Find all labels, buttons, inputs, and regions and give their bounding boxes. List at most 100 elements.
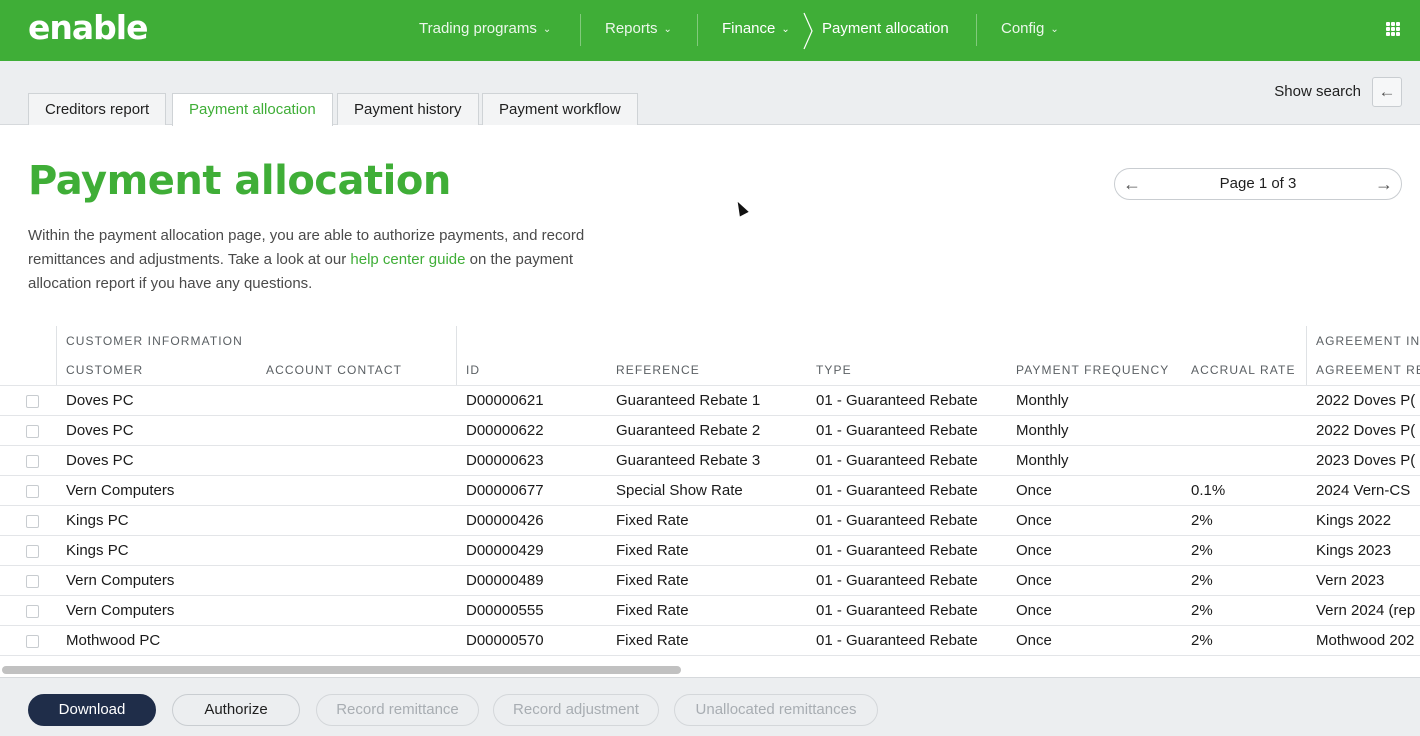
arrow-right-icon[interactable]: → [1375,173,1393,195]
table-row[interactable]: Vern Computers D00000555 Fixed Rate 01 - Gu… [0,596,1420,626]
chevron-down-icon: ⌄ [781,24,790,35]
column-divider [1306,326,1307,386]
tab-bar: Creditors report Payment allocation Paym… [0,61,1420,126]
group-header-customer-information: CUSTOMER INFORMATION [66,334,243,348]
cell-payment-frequency: Once [1016,542,1052,559]
cell-agreement-reference: Vern 2024 (rep [1316,602,1416,619]
cell-payment-frequency: Monthly [1016,452,1069,469]
enable-logo[interactable]: enable [28,10,148,46]
column-header-accrual-rate[interactable]: ACCRUAL RATE [1191,363,1296,377]
tab-creditors-report[interactable]: Creditors report [28,93,167,125]
record-adjustment-button[interactable]: Record adjustment [493,694,659,726]
cell-payment-frequency: Monthly [1016,422,1069,439]
cell-payment-frequency: Once [1016,482,1052,499]
cell-id: D00000622 [466,422,544,439]
group-header-agreement: AGREEMENT IN [1316,334,1420,348]
cell-accrual-rate: 0.1% [1191,482,1226,499]
cell-id: D00000621 [466,392,544,409]
grid-icon[interactable] [1386,22,1400,36]
cell-customer: Kings PC [66,512,129,529]
row-checkbox[interactable] [26,515,39,528]
cell-reference: Guaranteed Rebate 3 [616,452,761,469]
chevron-down-icon: ⌄ [542,24,552,35]
breadcrumb-separator-icon [803,12,813,50]
cell-id: D00000555 [466,602,544,619]
nav-trading-programs[interactable]: Trading programs ⌄ [419,0,551,61]
download-button[interactable]: Download [28,694,156,726]
table-row[interactable]: Vern Computers D00000677 Special Show Rate… [0,476,1420,506]
row-checkbox[interactable] [26,635,39,648]
cell-accrual-rate: 2% [1191,542,1213,559]
cell-agreement-reference: Vern 2023 [1316,572,1385,589]
table-row[interactable]: Doves PC D00000623 Guaranteed Rebate 3 01 -… [0,446,1420,476]
cell-id: D00000623 [466,452,544,469]
row-checkbox[interactable] [26,605,39,618]
nav-reports[interactable]: Reports ⌄ [605,0,672,61]
table-row[interactable]: Kings PC D00000429 Fixed Rate 01 - Guarante… [0,536,1420,566]
nav-divider [976,14,977,46]
unallocated-remittances-button[interactable]: Unallocated remittances [674,694,878,726]
tab-payment-workflow[interactable]: Payment workflow [482,93,638,125]
nav-payment-allocation[interactable]: Payment allocation [822,0,949,61]
cell-type: 01 - Guaranteed Rebate [816,572,978,589]
cell-payment-frequency: Once [1016,512,1052,529]
cell-accrual-rate: 2% [1191,572,1213,589]
cell-customer: Vern Computers [66,602,175,619]
table-row[interactable]: Doves PC D00000622 Guaranteed Rebate 2 01 -… [0,416,1420,446]
table-row[interactable]: Mothwood PC D00000570 Fixed Rate 01 - Guara… [0,626,1420,656]
cell-id: D00000429 [466,542,544,559]
row-checkbox[interactable] [26,455,39,468]
nav-label: Payment allocation [822,20,949,37]
nav-finance[interactable]: Finance ⌄ [722,0,790,61]
row-divider [0,655,1420,656]
cell-type: 01 - Guaranteed Rebate [816,392,978,409]
column-header-payment-frequency[interactable]: PAYMENT FREQUENCY [1016,363,1169,377]
tab-payment-allocation[interactable]: Payment allocation [172,93,333,126]
cell-agreement-reference: 2024 Vern-CS [1316,482,1411,499]
column-divider [56,326,57,386]
cell-accrual-rate: 2% [1191,512,1213,529]
help-center-link[interactable]: help center guide [350,251,465,268]
cell-type: 01 - Guaranteed Rebate [816,542,978,559]
column-header-type[interactable]: TYPE [816,363,852,377]
chevron-down-icon: ⌄ [663,24,672,35]
top-nav-bar: enable Trading programs ⌄ Reports ⌄ Financ… [0,0,1420,61]
row-checkbox[interactable] [26,545,39,558]
pagination-control: ← Page 1 of 3 → [1114,168,1402,200]
cell-type: 01 - Guaranteed Rebate [816,512,978,529]
action-footer: Download Authorize Record remittance Rec… [0,677,1420,736]
scrollbar-thumb[interactable] [2,666,681,674]
cell-id: D00000426 [466,512,544,529]
row-checkbox[interactable] [26,395,39,408]
cell-type: 01 - Guaranteed Rebate [816,452,978,469]
row-checkbox[interactable] [26,575,39,588]
chevron-down-icon: ⌄ [1050,24,1059,35]
cell-id: D00000570 [466,632,544,649]
column-header-customer[interactable]: CUSTOMER [66,363,143,377]
column-header-id[interactable]: ID [466,363,480,377]
column-header-reference[interactable]: REFERENCE [616,363,700,377]
horizontal-scrollbar[interactable] [0,663,1420,677]
table-row[interactable]: Kings PC D00000426 Fixed Rate 01 - Guarante… [0,506,1420,536]
cell-customer: Kings PC [66,542,129,559]
row-checkbox[interactable] [26,485,39,498]
table-row[interactable]: Vern Computers D00000489 Fixed Rate 01 - Gu… [0,566,1420,596]
row-checkbox[interactable] [26,425,39,438]
nav-config[interactable]: Config ⌄ [1001,0,1059,61]
arrow-left-icon[interactable]: ← [1372,77,1402,107]
tab-payment-history[interactable]: Payment history [337,93,479,125]
cell-customer: Doves PC [66,452,134,469]
nav-label: Config [1001,20,1045,37]
nav-label: Reports [605,20,658,37]
show-search-label[interactable]: Show search [1274,83,1361,100]
column-divider [456,326,457,386]
authorize-button[interactable]: Authorize [172,694,300,726]
table-row[interactable]: Doves PC D00000621 Guaranteed Rebate 1 01 -… [0,386,1420,416]
cell-payment-frequency: Once [1016,632,1052,649]
cell-customer: Doves PC [66,392,134,409]
mouse-cursor-icon [733,199,749,217]
record-remittance-button[interactable]: Record remittance [316,694,479,726]
column-header-account-contact[interactable]: ACCOUNT CONTACT [266,363,402,377]
column-header-agreement-reference[interactable]: AGREEMENT RE [1316,363,1420,377]
cell-reference: Fixed Rate [616,632,689,649]
